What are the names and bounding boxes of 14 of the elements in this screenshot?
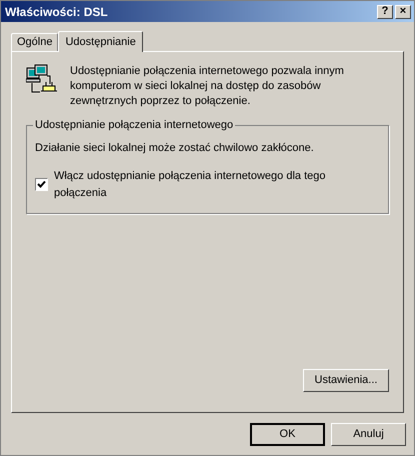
tab[interactable]: Ogólne [11, 33, 58, 51]
warning-text: Działanie sieci lokalnej może zostać chwilowo zakłócone. [35, 140, 315, 156]
checkbox-label: Włącz udostępnianie połączenia internetowego dla tego połączenia [54, 169, 326, 200]
checkbox[interactable] [35, 178, 48, 191]
ok-button[interactable]: OK [250, 423, 325, 446]
help-button[interactable]: ? [377, 4, 393, 18]
tab[interactable]: Udostępnianie [58, 31, 143, 52]
checkmark-icon [36, 180, 46, 189]
window-title: Właściwości: DSL [5, 4, 109, 20]
group-title: Udostępnianie połączenia internetowego [34, 118, 234, 133]
cancel-button[interactable]: Anuluj [331, 423, 406, 446]
settings-button[interactable]: Ustawienia... [303, 369, 389, 392]
description-text: Udostępnianie połączenia internetowego pozwala innym komputerom w sieci lokalnej na dostęp do zasobów zewnętrznych poprzez to połączenie. [70, 64, 345, 109]
close-button[interactable]: × [395, 4, 411, 18]
